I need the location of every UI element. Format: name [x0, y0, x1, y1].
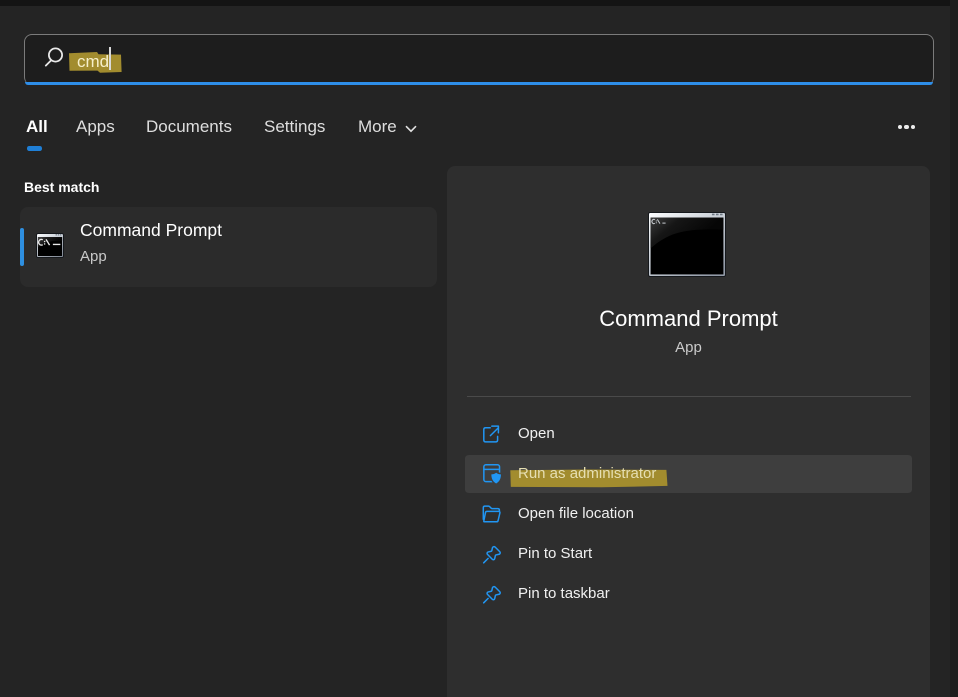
- action-run-as-administrator[interactable]: Run as administrator: [465, 454, 912, 494]
- tab-apps[interactable]: Apps: [76, 115, 115, 139]
- action-label: Open: [518, 425, 555, 442]
- action-label: Pin to taskbar: [518, 585, 610, 602]
- tab-documents[interactable]: Documents: [146, 115, 232, 139]
- open-external-icon: [483, 426, 501, 444]
- tab-label: Settings: [264, 117, 325, 137]
- action-label: Run as administrator: [518, 465, 656, 482]
- action-open[interactable]: Open: [465, 414, 912, 454]
- dot: [898, 125, 902, 129]
- search-icon: [44, 46, 66, 75]
- action-pin-to-start[interactable]: Pin to Start: [465, 534, 912, 574]
- best-match-result[interactable]: Command Prompt App: [20, 207, 437, 287]
- selection-accent-bar: [20, 228, 24, 266]
- action-open-file-location[interactable]: Open file location: [465, 494, 912, 534]
- action-list: Open Run as administrator Open file loca…: [465, 414, 912, 614]
- active-tab-underline: [27, 146, 42, 151]
- dot: [911, 125, 915, 129]
- action-label: Open file location: [518, 505, 634, 522]
- folder-icon: [483, 506, 501, 524]
- search-query-text[interactable]: cmd: [77, 49, 277, 75]
- divider: [467, 396, 911, 397]
- command-prompt-icon: [648, 212, 726, 282]
- top-edge-shade: [0, 0, 958, 6]
- pin-icon: [483, 586, 501, 604]
- section-title: Best match: [24, 179, 99, 195]
- tab-label: All: [26, 117, 48, 137]
- result-subtitle: App: [80, 248, 107, 265]
- windows-search-flyout: cmd All Apps Documents Settings More Best ma…: [0, 0, 958, 697]
- tab-more[interactable]: More: [358, 115, 417, 139]
- action-label: Pin to Start: [518, 545, 592, 562]
- right-edge-shade: [950, 0, 958, 697]
- run-as-administrator-icon: [483, 466, 501, 484]
- preview-panel: Command Prompt App Open Run as administr…: [447, 166, 930, 697]
- search-accent-underline: [25, 82, 933, 85]
- tab-all[interactable]: All: [26, 115, 48, 139]
- dot: [904, 125, 908, 129]
- action-pin-to-taskbar[interactable]: Pin to taskbar: [465, 574, 912, 614]
- tab-label: Documents: [146, 117, 232, 137]
- search-filter-tabs: All Apps Documents Settings More: [0, 115, 958, 139]
- tab-settings[interactable]: Settings: [264, 115, 325, 139]
- tab-label: More: [358, 117, 397, 137]
- tab-label: Apps: [76, 117, 115, 137]
- text-caret: [109, 47, 111, 70]
- chevron-down-icon: [405, 118, 417, 138]
- ellipsis-icon[interactable]: [898, 123, 915, 131]
- command-prompt-icon: [36, 233, 64, 263]
- preview-title: Command Prompt: [447, 306, 930, 332]
- result-title: Command Prompt: [80, 220, 222, 241]
- preview-subtitle: App: [447, 339, 930, 356]
- pin-icon: [483, 546, 501, 564]
- search-input[interactable]: cmd: [24, 34, 934, 85]
